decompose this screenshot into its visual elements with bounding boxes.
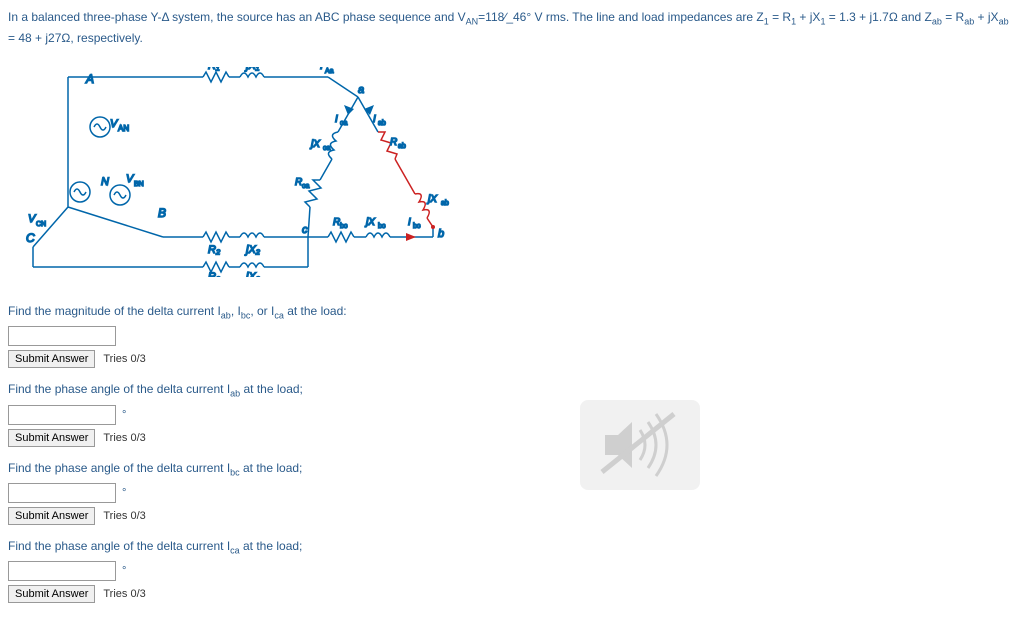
- svg-text:ab: ab: [398, 143, 406, 150]
- question-3-prompt: Find the phase angle of the delta curren…: [8, 461, 1016, 477]
- svg-text:b: b: [438, 228, 444, 240]
- submit-button-q3[interactable]: Submit Answer: [8, 507, 95, 525]
- svg-text:C: C: [26, 231, 35, 245]
- svg-text:I: I: [373, 114, 376, 125]
- svg-text:ab: ab: [378, 120, 386, 127]
- svg-text:Aa: Aa: [325, 68, 334, 75]
- tries-q2: Tries 0/3: [103, 432, 145, 444]
- answer-input-q3[interactable]: [8, 483, 116, 503]
- svg-text:R: R: [390, 137, 397, 148]
- question-1-prompt: Find the magnitude of the delta current …: [8, 304, 1016, 320]
- svg-text:BN: BN: [134, 181, 144, 188]
- answer-input-q4[interactable]: [8, 561, 116, 581]
- question-2: Find the phase angle of the delta curren…: [8, 382, 1016, 446]
- unit-q2: °: [122, 409, 126, 421]
- svg-text:jX: jX: [426, 194, 437, 205]
- problem-statement: In a balanced three-phase Y-Δ system, th…: [8, 8, 1016, 47]
- svg-text:c: c: [302, 224, 308, 236]
- circuit-diagram: V AN A N B V CN V BN C R₁ jX₁ I Aa R₂ jX…: [8, 67, 468, 277]
- tries-q4: Tries 0/3: [103, 588, 145, 600]
- svg-text:bc: bc: [378, 223, 386, 230]
- svg-text:AN: AN: [118, 124, 129, 133]
- svg-text:ab: ab: [441, 200, 449, 207]
- question-1: Find the magnitude of the delta current …: [8, 304, 1016, 368]
- svg-text:bc: bc: [340, 223, 348, 230]
- question-4: Find the phase angle of the delta curren…: [8, 539, 1016, 603]
- submit-button-q2[interactable]: Submit Answer: [8, 429, 95, 447]
- speaker-muted-icon: [580, 400, 700, 490]
- submit-button-q4[interactable]: Submit Answer: [8, 585, 95, 603]
- svg-text:R₃: R₃: [208, 271, 221, 277]
- svg-text:ca: ca: [302, 183, 310, 190]
- unit-q3: °: [122, 487, 126, 499]
- question-3: Find the phase angle of the delta curren…: [8, 461, 1016, 525]
- svg-text:I: I: [320, 67, 323, 72]
- tries-q3: Tries 0/3: [103, 510, 145, 522]
- svg-text:jX₂: jX₂: [244, 244, 261, 256]
- answer-input-q2[interactable]: [8, 405, 116, 425]
- svg-text:ca: ca: [323, 145, 331, 152]
- question-4-prompt: Find the phase angle of the delta curren…: [8, 539, 1016, 555]
- svg-text:I: I: [335, 114, 338, 125]
- svg-text:N: N: [101, 176, 109, 188]
- svg-text:B: B: [158, 206, 166, 220]
- unit-q4: °: [122, 565, 126, 577]
- svg-text:R₂: R₂: [208, 244, 221, 256]
- svg-text:CN: CN: [36, 221, 46, 228]
- svg-text:I: I: [408, 217, 411, 228]
- answer-input-q1[interactable]: [8, 326, 116, 346]
- tries-q1: Tries 0/3: [103, 353, 145, 365]
- svg-text:bc: bc: [413, 223, 421, 230]
- svg-text:jX₁: jX₁: [244, 67, 260, 72]
- svg-text:jX: jX: [309, 139, 320, 150]
- svg-text:jX: jX: [364, 217, 375, 228]
- question-2-prompt: Find the phase angle of the delta curren…: [8, 382, 1016, 398]
- svg-text:a: a: [358, 84, 364, 96]
- svg-text:jX₃: jX₃: [244, 271, 261, 277]
- svg-text:A: A: [85, 72, 94, 86]
- svg-text:R₁: R₁: [208, 67, 220, 72]
- submit-button-q1[interactable]: Submit Answer: [8, 350, 95, 368]
- svg-text:ca: ca: [340, 120, 348, 127]
